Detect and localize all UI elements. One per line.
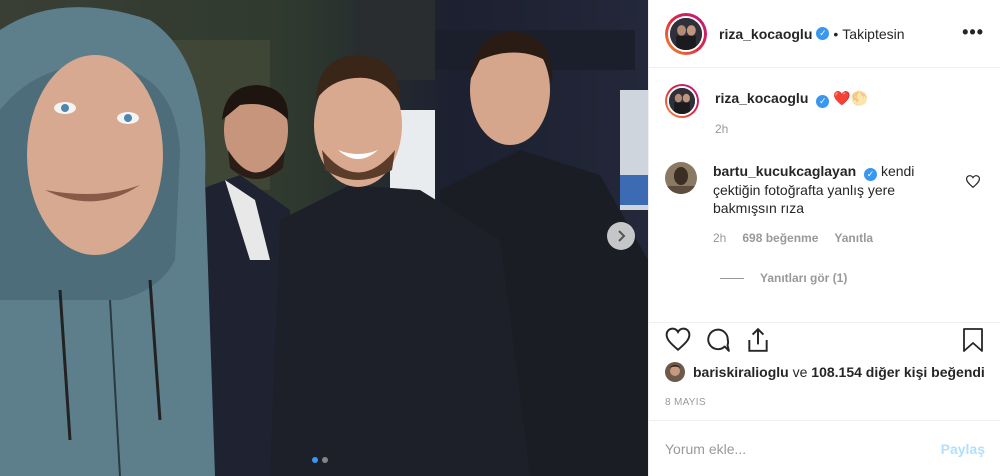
carousel-dot [322, 457, 328, 463]
comment-icon[interactable] [705, 327, 731, 353]
likes-summary: bariskiralioglu ve 108.154 diğer kişi be… [665, 362, 985, 382]
comments-section: riza_kocaoglu ✓ ❤️🌕 2h bartu_kucukcaglay… [649, 68, 1000, 324]
caption-avatar-ring[interactable] [665, 84, 699, 118]
post-side-panel: riza_kocaoglu ✓ • Takiptesin ••• riza_ko… [648, 0, 1000, 476]
post-date[interactable]: 8 MAYIS [665, 397, 706, 408]
comment-meta: 2h 698 beğenme Yanıtla [713, 231, 984, 245]
commenter-avatar[interactable] [665, 162, 697, 194]
likes-others-count[interactable]: 108.154 diğer kişi [811, 364, 927, 380]
separator: • [833, 25, 839, 42]
likes-connector: ve [788, 364, 812, 380]
caption-username[interactable]: riza_kocaoglu [715, 90, 808, 106]
likes-suffix: beğendi [927, 364, 985, 380]
action-icons [665, 327, 771, 353]
replies-divider [720, 277, 744, 279]
caption-time[interactable]: 2h [715, 122, 984, 136]
action-bar [649, 322, 1000, 362]
comment-text-block: bartu_kucukcaglayan ✓ kendi çektiğin fot… [713, 162, 933, 217]
heart-icon[interactable] [665, 327, 691, 353]
comment-row: bartu_kucukcaglayan ✓ kendi çektiğin fot… [665, 162, 984, 245]
instagram-post: riza_kocaoglu ✓ • Takiptesin ••• riza_ko… [0, 0, 1000, 476]
comment-likes[interactable]: 698 beğenme [742, 231, 818, 245]
carousel-dot-active [312, 457, 318, 463]
comment-input[interactable] [665, 440, 941, 457]
post-comment-button[interactable]: Paylaş [941, 441, 985, 457]
author-username[interactable]: riza_kocaoglu [719, 26, 812, 42]
carousel-indicator [312, 457, 328, 463]
post-photo[interactable] [0, 0, 648, 476]
reply-button[interactable]: Yanıtla [834, 231, 873, 245]
avatar [667, 86, 697, 116]
caption: riza_kocaoglu ✓ ❤️🌕 2h [665, 84, 984, 136]
avatar [668, 15, 704, 52]
bookmark-icon[interactable] [961, 327, 985, 353]
verified-icon: ✓ [816, 95, 830, 108]
verified-icon: ✓ [864, 168, 878, 181]
view-replies-button[interactable]: Yanıtları gör (1) [720, 271, 984, 285]
caption-text: ❤️🌕 [833, 90, 869, 106]
share-icon[interactable] [745, 327, 771, 353]
comment-body: bartu_kucukcaglayan ✓ kendi çektiğin fot… [713, 162, 984, 245]
post-header: riza_kocaoglu ✓ • Takiptesin ••• [649, 0, 1000, 68]
more-icon[interactable]: ••• [962, 22, 984, 43]
caption-body: riza_kocaoglu ✓ ❤️🌕 2h [715, 84, 984, 136]
comment-username[interactable]: bartu_kucukcaglayan [713, 163, 856, 179]
group-selfie-image [0, 0, 648, 476]
author-avatar-ring[interactable] [665, 12, 707, 55]
caption-line: riza_kocaoglu ✓ ❤️🌕 [715, 90, 984, 108]
view-replies-label: Yanıtları gör (1) [760, 271, 848, 285]
chevron-right-icon [618, 230, 626, 242]
liker-avatar[interactable] [665, 362, 685, 382]
comment-time[interactable]: 2h [713, 231, 726, 245]
comment-like-heart-icon[interactable] [966, 175, 980, 188]
liker-username[interactable]: bariskiralioglu [693, 364, 789, 380]
next-image-button[interactable] [607, 222, 635, 250]
verified-icon: ✓ [816, 27, 830, 40]
following-status[interactable]: Takiptesin [842, 26, 904, 42]
add-comment-bar: Paylaş [649, 420, 1000, 476]
